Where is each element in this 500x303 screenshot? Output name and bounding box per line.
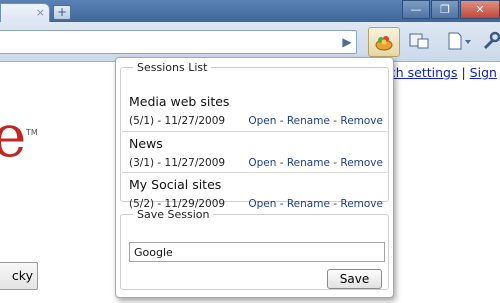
save-button[interactable]: Save — [327, 269, 382, 289]
page-menu-icon[interactable] — [446, 31, 472, 51]
go-icon[interactable]: ▶ — [337, 32, 357, 52]
close-window-button[interactable]: ✕ — [460, 0, 500, 19]
save-session-section: Save Session Save — [120, 208, 389, 290]
action-separator: - — [329, 157, 341, 169]
remove-link[interactable]: Remove — [340, 157, 383, 169]
save-session-legend: Save Session — [137, 208, 210, 221]
minimize-button[interactable]: — — [402, 0, 430, 19]
rename-link[interactable]: Rename — [287, 157, 330, 169]
remove-link[interactable]: Remove — [340, 115, 383, 127]
session-actions: Open - Rename - Remove — [248, 157, 383, 169]
sessions-list: Sessions List Media web sites (5/1) - 11… — [120, 61, 389, 210]
session-name-input[interactable] — [129, 242, 385, 262]
session-name: Media web sites — [129, 94, 230, 109]
new-tab-button[interactable]: + — [53, 5, 71, 20]
link-separator: | — [461, 65, 466, 80]
session-name: News — [129, 136, 163, 151]
action-separator: - — [329, 115, 341, 127]
maximize-button[interactable]: ❐ — [431, 0, 459, 19]
title-bar: × + — ❐ ✕ — [0, 0, 500, 23]
session-actions: Open - Rename - Remove — [248, 115, 383, 127]
session-manager-icon[interactable] — [368, 27, 400, 57]
sessions-list-legend: Sessions List — [137, 61, 208, 74]
rename-link[interactable]: Rename — [287, 115, 330, 127]
tab-close-icon[interactable]: × — [36, 7, 45, 19]
open-link[interactable]: Open — [248, 157, 276, 169]
action-separator: - — [276, 157, 287, 169]
address-bar[interactable] — [0, 30, 357, 54]
session-meta: (5/1) - 11/27/2009 — [129, 115, 226, 127]
session-meta: (3/1) - 11/27/2009 — [129, 157, 226, 169]
wrench-icon[interactable] — [482, 31, 500, 51]
session-name: My Social sites — [129, 177, 222, 192]
sign-in-link[interactable]: Sign — [470, 65, 497, 80]
page-action-icon[interactable] — [408, 31, 432, 51]
session-manager-popup: Sessions List Media web sites (5/1) - 11… — [115, 57, 394, 298]
session-item: Media web sites (5/1) - 11/27/2009 Open … — [122, 90, 387, 131]
action-separator: - — [276, 115, 287, 127]
search-settings-link[interactable]: rch settings — [384, 65, 457, 80]
browser-tab[interactable]: × — [0, 3, 50, 23]
open-link[interactable]: Open — [248, 115, 276, 127]
lucky-button[interactable]: cky — [0, 262, 38, 290]
logo-trademark: TM — [26, 128, 38, 137]
window-controls: — ❐ ✕ — [401, 0, 500, 19]
logo-fragment: e — [0, 102, 27, 170]
session-item: News (3/1) - 11/27/2009 Open - Rename - … — [122, 131, 387, 173]
header-links: rch settings | Sign — [384, 65, 497, 80]
